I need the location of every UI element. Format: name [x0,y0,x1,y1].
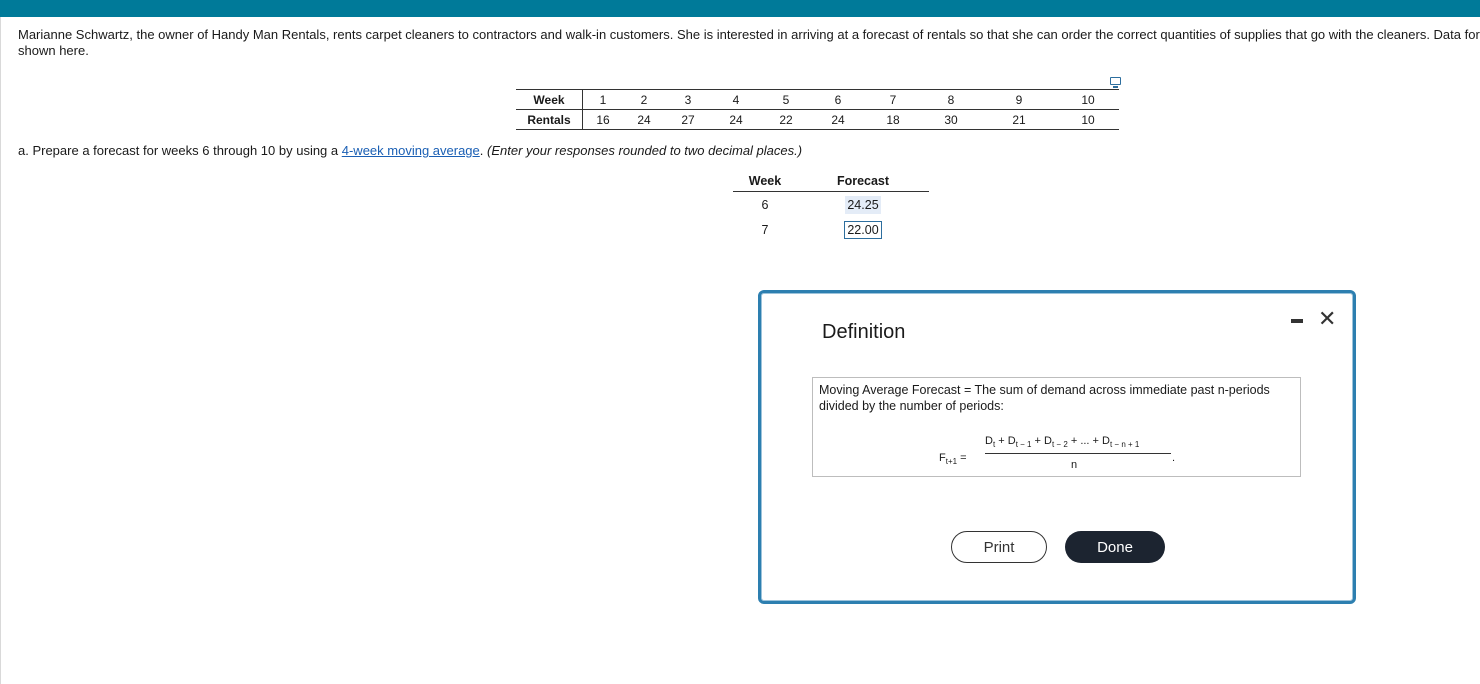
problem-statement: Marianne Schwartz, the owner of Handy Ma… [18,27,1480,59]
formula-operator: + [1031,435,1045,447]
formula-term-subscript: t − 1 [1015,440,1032,450]
copy-table-icon[interactable] [1110,77,1121,88]
formula-numerator: Dt + Dt − 1 + Dt − 2 + ... + Dt − n + 1 [985,433,1139,453]
week-cell: 4 [711,89,761,110]
forecast-week-cell: 7 [761,222,769,237]
forecast-answer[interactable]: 24.25 [845,195,881,214]
formula-lhs: Ft+1 = [939,452,967,467]
forecast-header-row: Week Forecast [733,171,929,192]
rentals-row: Rentals 16 24 27 24 22 24 18 30 21 10 [516,109,1119,130]
rentals-cell: 16 [582,109,623,130]
formula-term: D [1044,435,1052,447]
rentals-cell: 21 [981,109,1057,130]
formula-denominator: n [1071,459,1078,471]
question-prefix: a. Prepare a forecast for weeks 6 throug… [18,143,342,158]
forecast-row: 7 22.00 [733,217,929,242]
formula-operator: + [995,435,1008,447]
rentals-cell: 24 [711,109,761,130]
definition-box: Moving Average Forecast = The sum of dem… [812,377,1301,477]
done-button[interactable]: Done [1065,531,1165,563]
rentals-cell: 10 [1057,109,1119,130]
week-cell: 10 [1057,89,1119,110]
forecast-value-cell: 22.00 [797,217,929,242]
forecast-week-header: Week [733,171,797,192]
close-icon[interactable]: ✕ [1318,306,1336,332]
rentals-cell: 18 [865,109,921,130]
rentals-cell: 27 [665,109,711,130]
forecast-value-cell: 24.25 [797,192,929,218]
formula-term: D [1102,435,1110,447]
formula-term: D [985,435,993,447]
forecast-answer-input[interactable]: 22.00 [844,220,882,239]
forecast-week-cell: 6 [761,197,769,212]
formula-fraction-bar [985,453,1171,454]
definition-text: Moving Average Forecast = The sum of dem… [819,383,1270,413]
week-cell: 9 [981,89,1057,110]
question-suffix: . [479,143,488,158]
question-a: a. Prepare a forecast for weeks 6 throug… [18,143,802,158]
week-cell: 3 [665,89,711,110]
print-button[interactable]: Print [951,531,1047,563]
rentals-cell: 24 [623,109,665,130]
week-cell: 1 [582,89,623,110]
problem-line-1: Marianne Schwartz, the owner of Handy Ma… [18,27,1480,42]
formula-term-subscript: t − n + 1 [1109,440,1140,450]
week-row-header: Week [516,89,583,110]
forecast-row: 6 24.25 [733,192,929,218]
week-row: Week 1 2 3 4 5 6 7 8 9 10 [516,89,1119,110]
rentals-data-table: Week 1 2 3 4 5 6 7 8 9 10 Rentals 16 24 27 24 22 24 18 3… [516,89,1119,130]
week-cell: 2 [623,89,665,110]
week-cell: 5 [761,89,811,110]
minimize-icon[interactable] [1291,319,1303,323]
question-instruction: (Enter your responses rounded to two dec… [487,143,803,158]
top-banner [0,0,1480,17]
dialog-title: Definition [822,321,906,343]
formula-term-subscript: t − 2 [1051,440,1068,450]
forecast-value-header: Forecast [797,171,929,192]
formula-period: . [1172,452,1176,464]
rentals-cell: 24 [811,109,865,130]
moving-average-formula: Ft+1 = Dt + Dt − 1 + Dt − 2 + ... + Dt −… [939,433,1179,473]
formula-term: D [1007,435,1016,447]
week-cell: 8 [921,89,981,110]
rentals-cell: 22 [761,109,811,130]
left-border [0,17,1,684]
formula-operator: + ... + [1067,435,1103,447]
problem-line-2: shown here. [18,43,89,58]
definition-dialog: Definition ✕ Moving Average Forecast = T… [758,290,1356,604]
week-cell: 6 [811,89,865,110]
rentals-row-header: Rentals [516,109,583,130]
moving-average-link[interactable]: 4-week moving average [342,143,480,158]
rentals-cell: 30 [921,109,981,130]
forecast-table: Week Forecast 6 24.25 7 22.00 [733,171,929,242]
week-cell: 7 [865,89,921,110]
